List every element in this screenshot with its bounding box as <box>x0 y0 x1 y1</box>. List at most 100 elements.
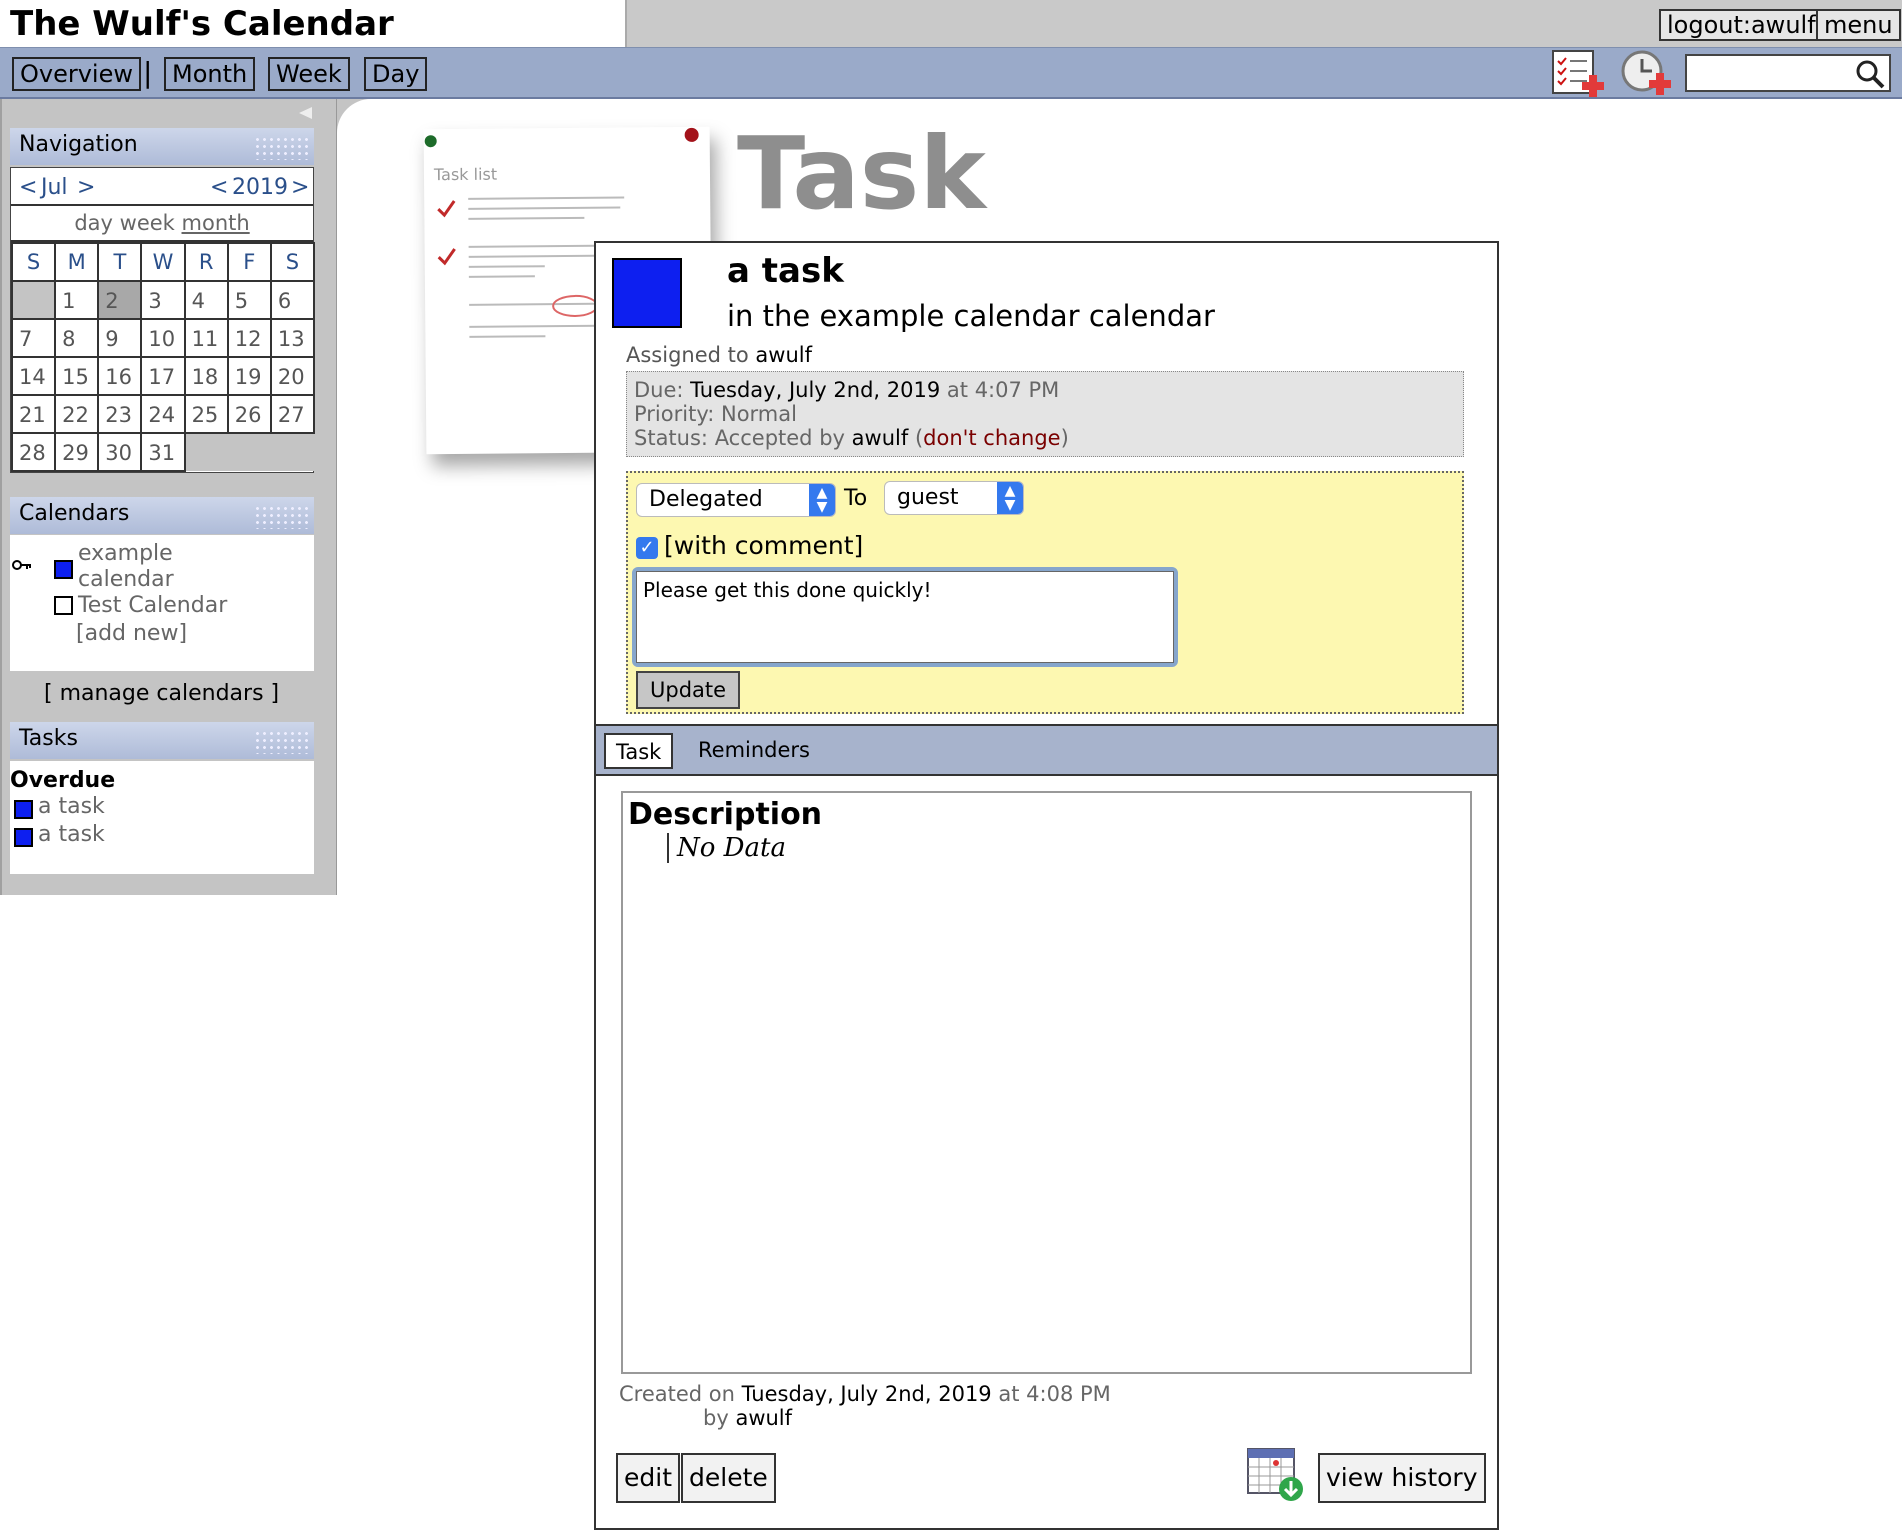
calendars-list: example calendar Test Calendar [add new] <box>10 535 314 671</box>
month-label[interactable]: Jul <box>41 175 68 200</box>
logout-button[interactable]: logout:awulf <box>1659 9 1824 41</box>
tab-month[interactable]: Month <box>164 57 256 91</box>
update-button[interactable]: Update <box>636 671 741 709</box>
with-comment-label[interactable]: [with comment] <box>664 531 863 560</box>
calendar-day[interactable]: 18 <box>183 356 229 396</box>
drag-grip-icon[interactable] <box>254 505 308 529</box>
calendar-day[interactable]: 19 <box>226 356 272 396</box>
calendar-color-swatch[interactable] <box>54 596 73 615</box>
chevron-updown-icon: ▲ ▼ <box>997 482 1023 514</box>
calendar-item-test[interactable] <box>54 595 73 615</box>
calendar-color-swatch[interactable] <box>54 560 73 579</box>
drag-grip-icon[interactable] <box>254 136 308 160</box>
priority-label: Priority: <box>634 402 715 426</box>
task-color-swatch <box>14 827 33 847</box>
calendar-day-today[interactable]: 2 <box>97 280 143 320</box>
calendar-day[interactable]: 13 <box>269 318 316 358</box>
assignee-select[interactable]: guest ▲ ▼ <box>884 481 1024 515</box>
calendar-item-label[interactable]: example calendar <box>78 541 228 593</box>
calendar-item-label[interactable]: Test Calendar <box>78 593 227 618</box>
calendar-day[interactable]: 30 <box>97 432 143 472</box>
calendar-day[interactable]: 27 <box>269 394 316 434</box>
calendar-day[interactable]: 4 <box>183 280 229 320</box>
add-task-icon[interactable] <box>1551 49 1609 97</box>
calendar-day[interactable]: 15 <box>54 356 100 396</box>
calendar-day[interactable]: 6 <box>269 280 316 320</box>
calendar-day[interactable]: 10 <box>140 318 186 358</box>
calendar-day[interactable]: 24 <box>140 394 186 434</box>
next-month-button[interactable]: > <box>77 175 95 200</box>
calendar-day[interactable]: 12 <box>226 318 272 358</box>
week-row: 21 22 23 24 25 26 27 <box>10 394 316 434</box>
year-label[interactable]: 2019 <box>232 175 288 200</box>
calendar-day[interactable]: 1 <box>54 280 100 320</box>
calendar-day[interactable]: 25 <box>183 394 229 434</box>
tab-day[interactable]: Day <box>364 57 428 91</box>
paren-open: ( <box>914 426 924 450</box>
with-comment-checkbox[interactable]: ✓ <box>636 537 658 559</box>
calendar-day[interactable]: 8 <box>54 318 100 358</box>
calendar-day[interactable]: 29 <box>54 432 100 472</box>
view-history-button[interactable]: view history <box>1318 1453 1486 1503</box>
page-heading: Task <box>737 115 986 232</box>
due-at-label: at <box>946 378 968 402</box>
navigation-heading: Navigation <box>19 132 138 157</box>
calendar-day[interactable]: 21 <box>10 394 57 434</box>
dont-change-link[interactable]: don't change <box>923 426 1060 450</box>
comment-textarea[interactable]: Please get this done quickly! <box>636 571 1174 663</box>
navigation-panel-header: Navigation <box>10 128 314 165</box>
search-icon[interactable] <box>1853 58 1887 92</box>
task-tab-bar: Task Reminders <box>596 724 1497 776</box>
add-calendar-link[interactable]: [add new] <box>76 621 187 646</box>
weekday-row: S M T W R F S <box>10 242 316 282</box>
comment-field-wrapper: Please get this done quickly! <box>632 567 1178 667</box>
menu-button[interactable]: menu <box>1816 9 1901 41</box>
calendar-day[interactable]: 3 <box>140 280 186 320</box>
assigned-line: Assigned to awulf <box>626 343 812 367</box>
drag-grip-icon[interactable] <box>254 730 308 754</box>
mini-calendar-month-row: < Jul > < 2019 > <box>11 168 313 206</box>
calendar-day[interactable]: 22 <box>54 394 100 434</box>
task-link[interactable]: a task <box>38 822 105 847</box>
view-month-link[interactable]: month <box>182 211 250 235</box>
week-row: 14 15 16 17 18 19 20 <box>10 356 316 396</box>
search-input[interactable] <box>1691 59 1851 87</box>
view-day-link[interactable]: day <box>74 211 113 235</box>
task-link[interactable]: a task <box>38 794 105 819</box>
status-select[interactable]: Delegated ▲ ▼ <box>636 483 836 517</box>
calendar-day[interactable]: 28 <box>10 432 57 472</box>
task-calendar-subtitle: in the example calendar calendar <box>727 299 1215 333</box>
calendar-day[interactable]: 7 <box>10 318 57 358</box>
view-week-link[interactable]: week <box>120 211 175 235</box>
prev-month-button[interactable]: < <box>19 175 37 200</box>
task-color-swatch <box>612 258 682 328</box>
collapse-arrow-icon[interactable] <box>296 105 314 121</box>
tab-week[interactable]: Week <box>268 57 350 91</box>
week-row: 7 8 9 10 11 12 13 <box>10 318 316 358</box>
status-value: Accepted <box>714 426 813 450</box>
tab-reminders[interactable]: Reminders <box>688 733 820 769</box>
edit-button[interactable]: edit <box>616 1453 680 1503</box>
calendar-item-example[interactable] <box>54 559 73 579</box>
nav-separator: | <box>143 56 153 89</box>
manage-calendars-link[interactable]: [ manage calendars ] <box>44 681 279 706</box>
calendar-download-icon[interactable] <box>1246 1447 1304 1503</box>
calendar-day[interactable]: 26 <box>226 394 272 434</box>
task-card: a task in the example calendar calendar … <box>594 241 1499 1530</box>
calendar-day[interactable]: 23 <box>97 394 143 434</box>
calendar-day[interactable]: 17 <box>140 356 186 396</box>
calendar-day[interactable]: 16 <box>97 356 143 396</box>
tab-overview[interactable]: Overview <box>12 57 141 91</box>
prev-year-button[interactable]: < <box>210 175 228 200</box>
tab-task[interactable]: Task <box>604 733 674 769</box>
calendar-day[interactable]: 14 <box>10 356 57 396</box>
calendar-day[interactable]: 9 <box>97 318 143 358</box>
add-event-icon[interactable] <box>1620 49 1676 97</box>
weekday-label: S <box>10 242 57 282</box>
next-year-button[interactable]: > <box>291 175 309 200</box>
calendar-day[interactable]: 5 <box>226 280 272 320</box>
delete-button[interactable]: delete <box>681 1453 776 1503</box>
calendar-day[interactable]: 20 <box>269 356 316 396</box>
calendar-day[interactable]: 31 <box>140 432 186 472</box>
calendar-day[interactable]: 11 <box>183 318 229 358</box>
